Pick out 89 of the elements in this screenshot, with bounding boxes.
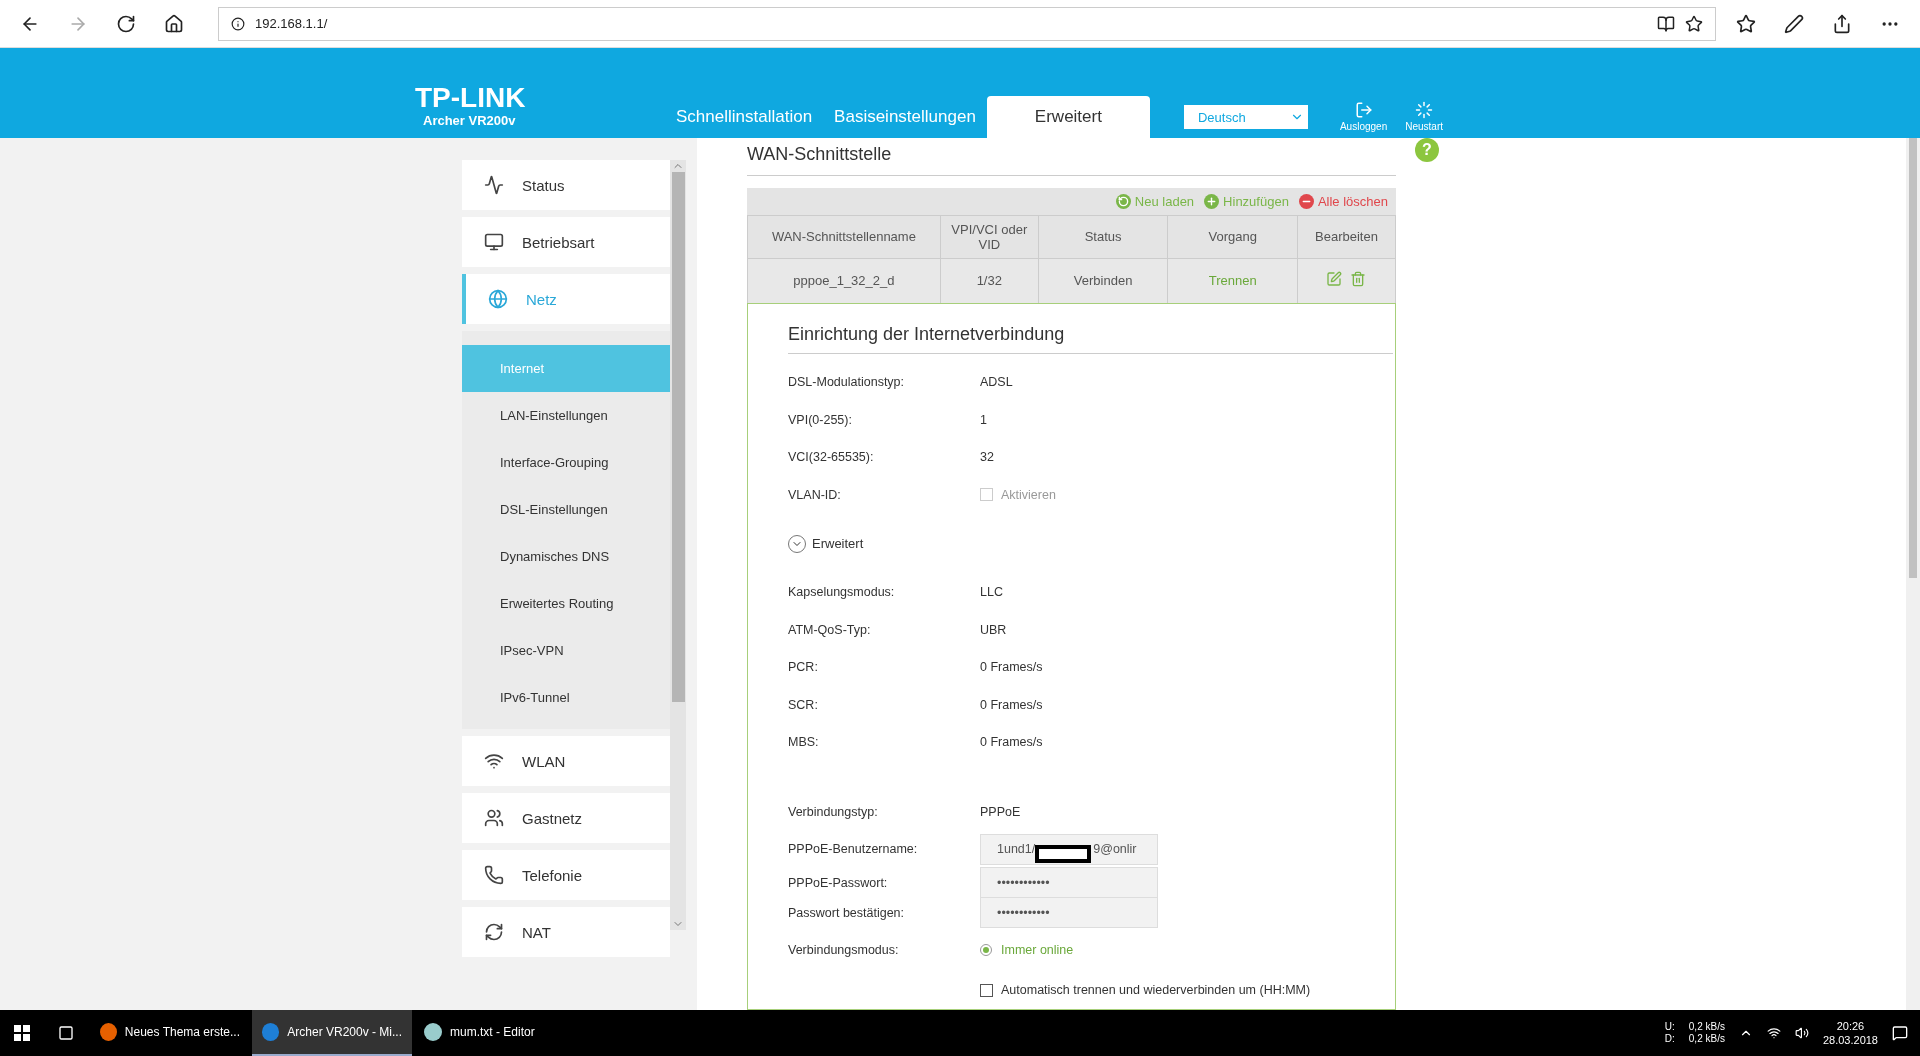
column-header: WAN-Schnittstellenname (747, 215, 941, 258)
form-value: 0 Frames/s (980, 735, 1043, 750)
form-label: PPPoE-Benutzername: (788, 842, 919, 856)
download-rate: 0,2 kB/s (1688, 1033, 1725, 1045)
upload-rate: 0,2 kB/s (1688, 1021, 1725, 1033)
form-value: 0 Frames/s (980, 660, 1043, 675)
clock-date: 28.03.2018 (1822, 1033, 1878, 1047)
column-header: Vorgang (1167, 215, 1298, 258)
wifi-icon (484, 751, 504, 771)
checkbox[interactable] (980, 983, 993, 997)
address-bar[interactable]: 192.168.1.1/ (218, 6, 1716, 41)
form-value: PPPoE (980, 804, 1021, 819)
download-label: D: (1664, 1033, 1675, 1045)
app-icon (262, 1023, 280, 1041)
sidebar-item[interactable]: Betriebsart (462, 217, 670, 267)
sidebar-item[interactable]: Gastnetz (462, 793, 670, 843)
form-label: PPPoE-Passwort: (788, 875, 889, 890)
users-icon (484, 808, 504, 828)
page-title: WAN-Schnittstelle (747, 144, 1396, 176)
app-icon (424, 1023, 442, 1041)
taskbar-app[interactable]: Neues Thema erste... (90, 1010, 250, 1056)
submenu-item[interactable]: LAN-Einstellungen (462, 392, 670, 439)
upload-label: U: (1664, 1021, 1675, 1033)
spinner-icon (1415, 101, 1434, 119)
column-header: VPI/VCI oder VID (940, 215, 1039, 258)
column-header: Status (1038, 215, 1168, 258)
logout-icon (1354, 101, 1373, 119)
star-icon[interactable] (1685, 14, 1703, 33)
app-icon (100, 1023, 117, 1041)
form-value: 32 (980, 450, 994, 465)
form-label: PCR: (788, 660, 819, 675)
submenu-item[interactable]: Interface-Grouping (462, 439, 670, 486)
clock-time: 20:26 (1836, 1019, 1865, 1033)
column-header: Bearbeiten (1297, 215, 1396, 258)
form-label: DSL-Modulationstyp: (788, 375, 906, 390)
phone-icon (484, 865, 504, 885)
windows-icon (14, 1025, 30, 1041)
form-label: VCI(32-65535): (788, 450, 875, 465)
table-cell: pppoe_1_32_2_d (747, 258, 941, 303)
form-label: Verbindungstyp: (788, 804, 879, 819)
volume-icon[interactable] (1794, 1026, 1809, 1040)
activity-icon (484, 175, 504, 195)
nav-tab[interactable]: Erweitert (986, 96, 1150, 138)
submenu-item[interactable]: Erweitertes Routing (462, 580, 670, 627)
redaction-bar (1035, 845, 1092, 863)
form-label: Passwort bestätigen: (788, 905, 906, 920)
submenu-item[interactable]: Dynamisches DNS (462, 533, 670, 580)
sidebar-item[interactable]: NAT (462, 907, 670, 957)
form-label: VPI(0-255): (788, 412, 853, 427)
form-value: ADSL (980, 375, 1013, 390)
password-field[interactable]: •••••••••••• (980, 897, 1158, 928)
model-name: Archer VR200v (422, 113, 517, 128)
info-icon (231, 16, 245, 31)
radio-label: Immer online (1001, 942, 1074, 957)
taskbar-app[interactable]: Archer VR200v - Mi... (252, 1010, 412, 1056)
submenu-item[interactable]: IPsec-VPN (462, 627, 670, 674)
form-label: VLAN-ID: (788, 487, 842, 502)
sidebar-item[interactable]: Telefonie (462, 850, 670, 900)
taskbar-app[interactable]: mum.txt - Editor (414, 1010, 574, 1056)
table-cell: Verbinden (1038, 258, 1168, 303)
checkbox-label: Automatisch trennen und wiederverbinden um (HH:MM) (1001, 983, 1311, 998)
scrollbar[interactable] (1906, 138, 1920, 1010)
notification-icon[interactable] (1892, 1025, 1908, 1041)
form-value: 0 Frames/s (980, 697, 1043, 712)
form-value: LLC (980, 585, 1003, 600)
form-value: UBR (980, 622, 1007, 637)
section-title: Einrichtung der Internetverbindung (788, 323, 1393, 354)
sidebar-item[interactable]: WLAN (462, 736, 670, 786)
monitor-icon (484, 232, 504, 252)
advanced-toggle[interactable]: Erweitert (788, 513, 864, 574)
submenu-item[interactable]: IPv6-Tunnel (462, 674, 670, 721)
globe-icon (488, 289, 508, 309)
form-label: MBS: (788, 735, 820, 750)
table-cell: 1/32 (940, 258, 1039, 303)
refresh-icon (484, 922, 504, 942)
form-label: Verbindungsmodus: (788, 942, 900, 957)
form-label: Kapselungsmodus: (788, 585, 896, 600)
input-field[interactable]: 1und1/ 9@onlir (980, 833, 1158, 865)
sidebar-item[interactable]: Status (462, 160, 670, 210)
logo: TP-LINK (415, 83, 527, 113)
task-view-icon (58, 1025, 74, 1041)
form-label: SCR: (788, 697, 819, 712)
checkbox-label: Aktivieren (1001, 487, 1056, 502)
form-value: 1 (980, 412, 987, 427)
form-label: ATM-QoS-Typ: (788, 622, 872, 637)
submenu-item[interactable]: DSL-Einstellungen (462, 486, 670, 533)
password-field[interactable]: •••••••••••• (980, 867, 1158, 898)
reading-view-icon[interactable] (1657, 14, 1675, 33)
network-icon[interactable] (1766, 1026, 1781, 1040)
